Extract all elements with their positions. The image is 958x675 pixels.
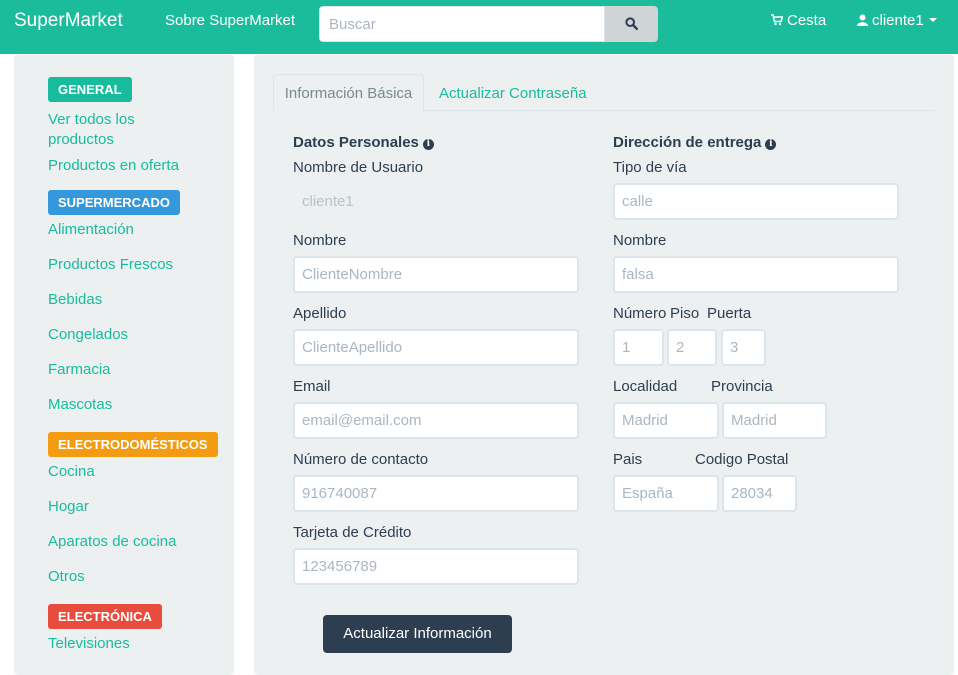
nav-link-about[interactable]: Sobre SuperMarket [165,12,295,29]
floor-label: Piso [670,305,700,322]
chevron-down-icon [928,18,937,22]
floor-field[interactable]: 2 [667,329,717,366]
tab-actualizar-contrasena[interactable]: Actualizar Contraseña [439,85,587,102]
surname-label: Apellido [293,305,347,322]
city-label: Localidad [613,378,678,395]
search-input[interactable] [319,6,605,42]
nav-user-dropdown[interactable]: cliente1 [857,12,937,29]
tab-informacion-basica[interactable]: Información Básica [273,74,424,111]
badge-supermercado: SUPERMERCADO [48,190,180,215]
sidebar-item-otros[interactable]: Otros [48,567,85,587]
number-label: Número [613,305,667,322]
sidebar-item-congelados[interactable]: Congelados [48,325,128,345]
badge-electronica: ELECTRÓNICA [48,604,162,629]
phone-label: Número de contacto [293,451,429,468]
search-icon [625,17,638,30]
nav-cart-link[interactable]: Cesta [771,12,826,29]
sidebar-item-ver-todos[interactable]: Ver todos los productos [48,110,135,150]
user-label: cliente1 [872,12,924,29]
city-field[interactable]: Madrid [613,402,719,439]
province-label: Provincia [711,378,773,395]
country-field[interactable]: España [613,475,719,512]
search-button[interactable] [605,6,658,42]
street-name-label: Nombre [613,232,667,249]
surname-field[interactable]: ClienteApellido [293,329,579,366]
street-type-field[interactable]: calle [613,183,899,220]
postal-code-field[interactable]: 28034 [722,475,797,512]
phone-field[interactable]: 916740087 [293,475,579,512]
credit-card-label: Tarjeta de Crédito [293,524,412,541]
street-name-field[interactable]: falsa [613,256,899,293]
cart-icon [771,14,784,26]
info-icon[interactable]: i [422,139,434,150]
sidebar-item-cocina[interactable]: Cocina [48,462,95,482]
username-label: Nombre de Usuario [293,159,424,176]
cart-label: Cesta [787,12,827,29]
sidebar-item-televisiones[interactable]: Televisiones [48,634,130,654]
street-type-label: Tipo de vía [613,159,687,176]
sidebar-item-frescos[interactable]: Productos Frescos [48,255,173,275]
sidebar-item-bebidas[interactable]: Bebidas [48,290,102,310]
door-field[interactable]: 3 [721,329,766,366]
sidebar-item-hogar[interactable]: Hogar [48,497,89,517]
name-field[interactable]: ClienteNombre [293,256,579,293]
info-icon[interactable]: i [765,139,777,150]
address-title: Dirección de entrega i [613,134,777,151]
email-field[interactable]: email@email.com [293,402,579,439]
personal-data-title: Datos Personales i [293,134,434,151]
number-field[interactable]: 1 [613,329,664,366]
email-label: Email [293,378,331,395]
name-label: Nombre [293,232,347,249]
sidebar-item-mascotas[interactable]: Mascotas [48,395,112,415]
brand-logo[interactable]: SuperMarket [14,10,123,32]
sidebar-item-alimentacion[interactable]: Alimentación [48,220,134,240]
province-field[interactable]: Madrid [722,402,827,439]
badge-electrodomesticos: ELECTRODOMÉSTICOS [48,432,218,457]
badge-general: GENERAL [48,77,132,102]
sidebar-item-oferta[interactable]: Productos en oferta [48,156,179,176]
sidebar-item-farmacia[interactable]: Farmacia [48,360,111,380]
username-field: cliente1 [293,183,579,220]
country-label: Pais [613,451,643,468]
user-icon [857,14,868,26]
postal-code-label: Codigo Postal [695,451,789,468]
credit-card-field[interactable]: 123456789 [293,548,579,585]
door-label: Puerta [707,305,752,322]
top-navbar: SuperMarket Sobre SuperMarket Cesta clie… [0,0,958,54]
sidebar-item-aparatos[interactable]: Aparatos de cocina [48,532,176,552]
update-info-button[interactable]: Actualizar Información [323,615,512,653]
